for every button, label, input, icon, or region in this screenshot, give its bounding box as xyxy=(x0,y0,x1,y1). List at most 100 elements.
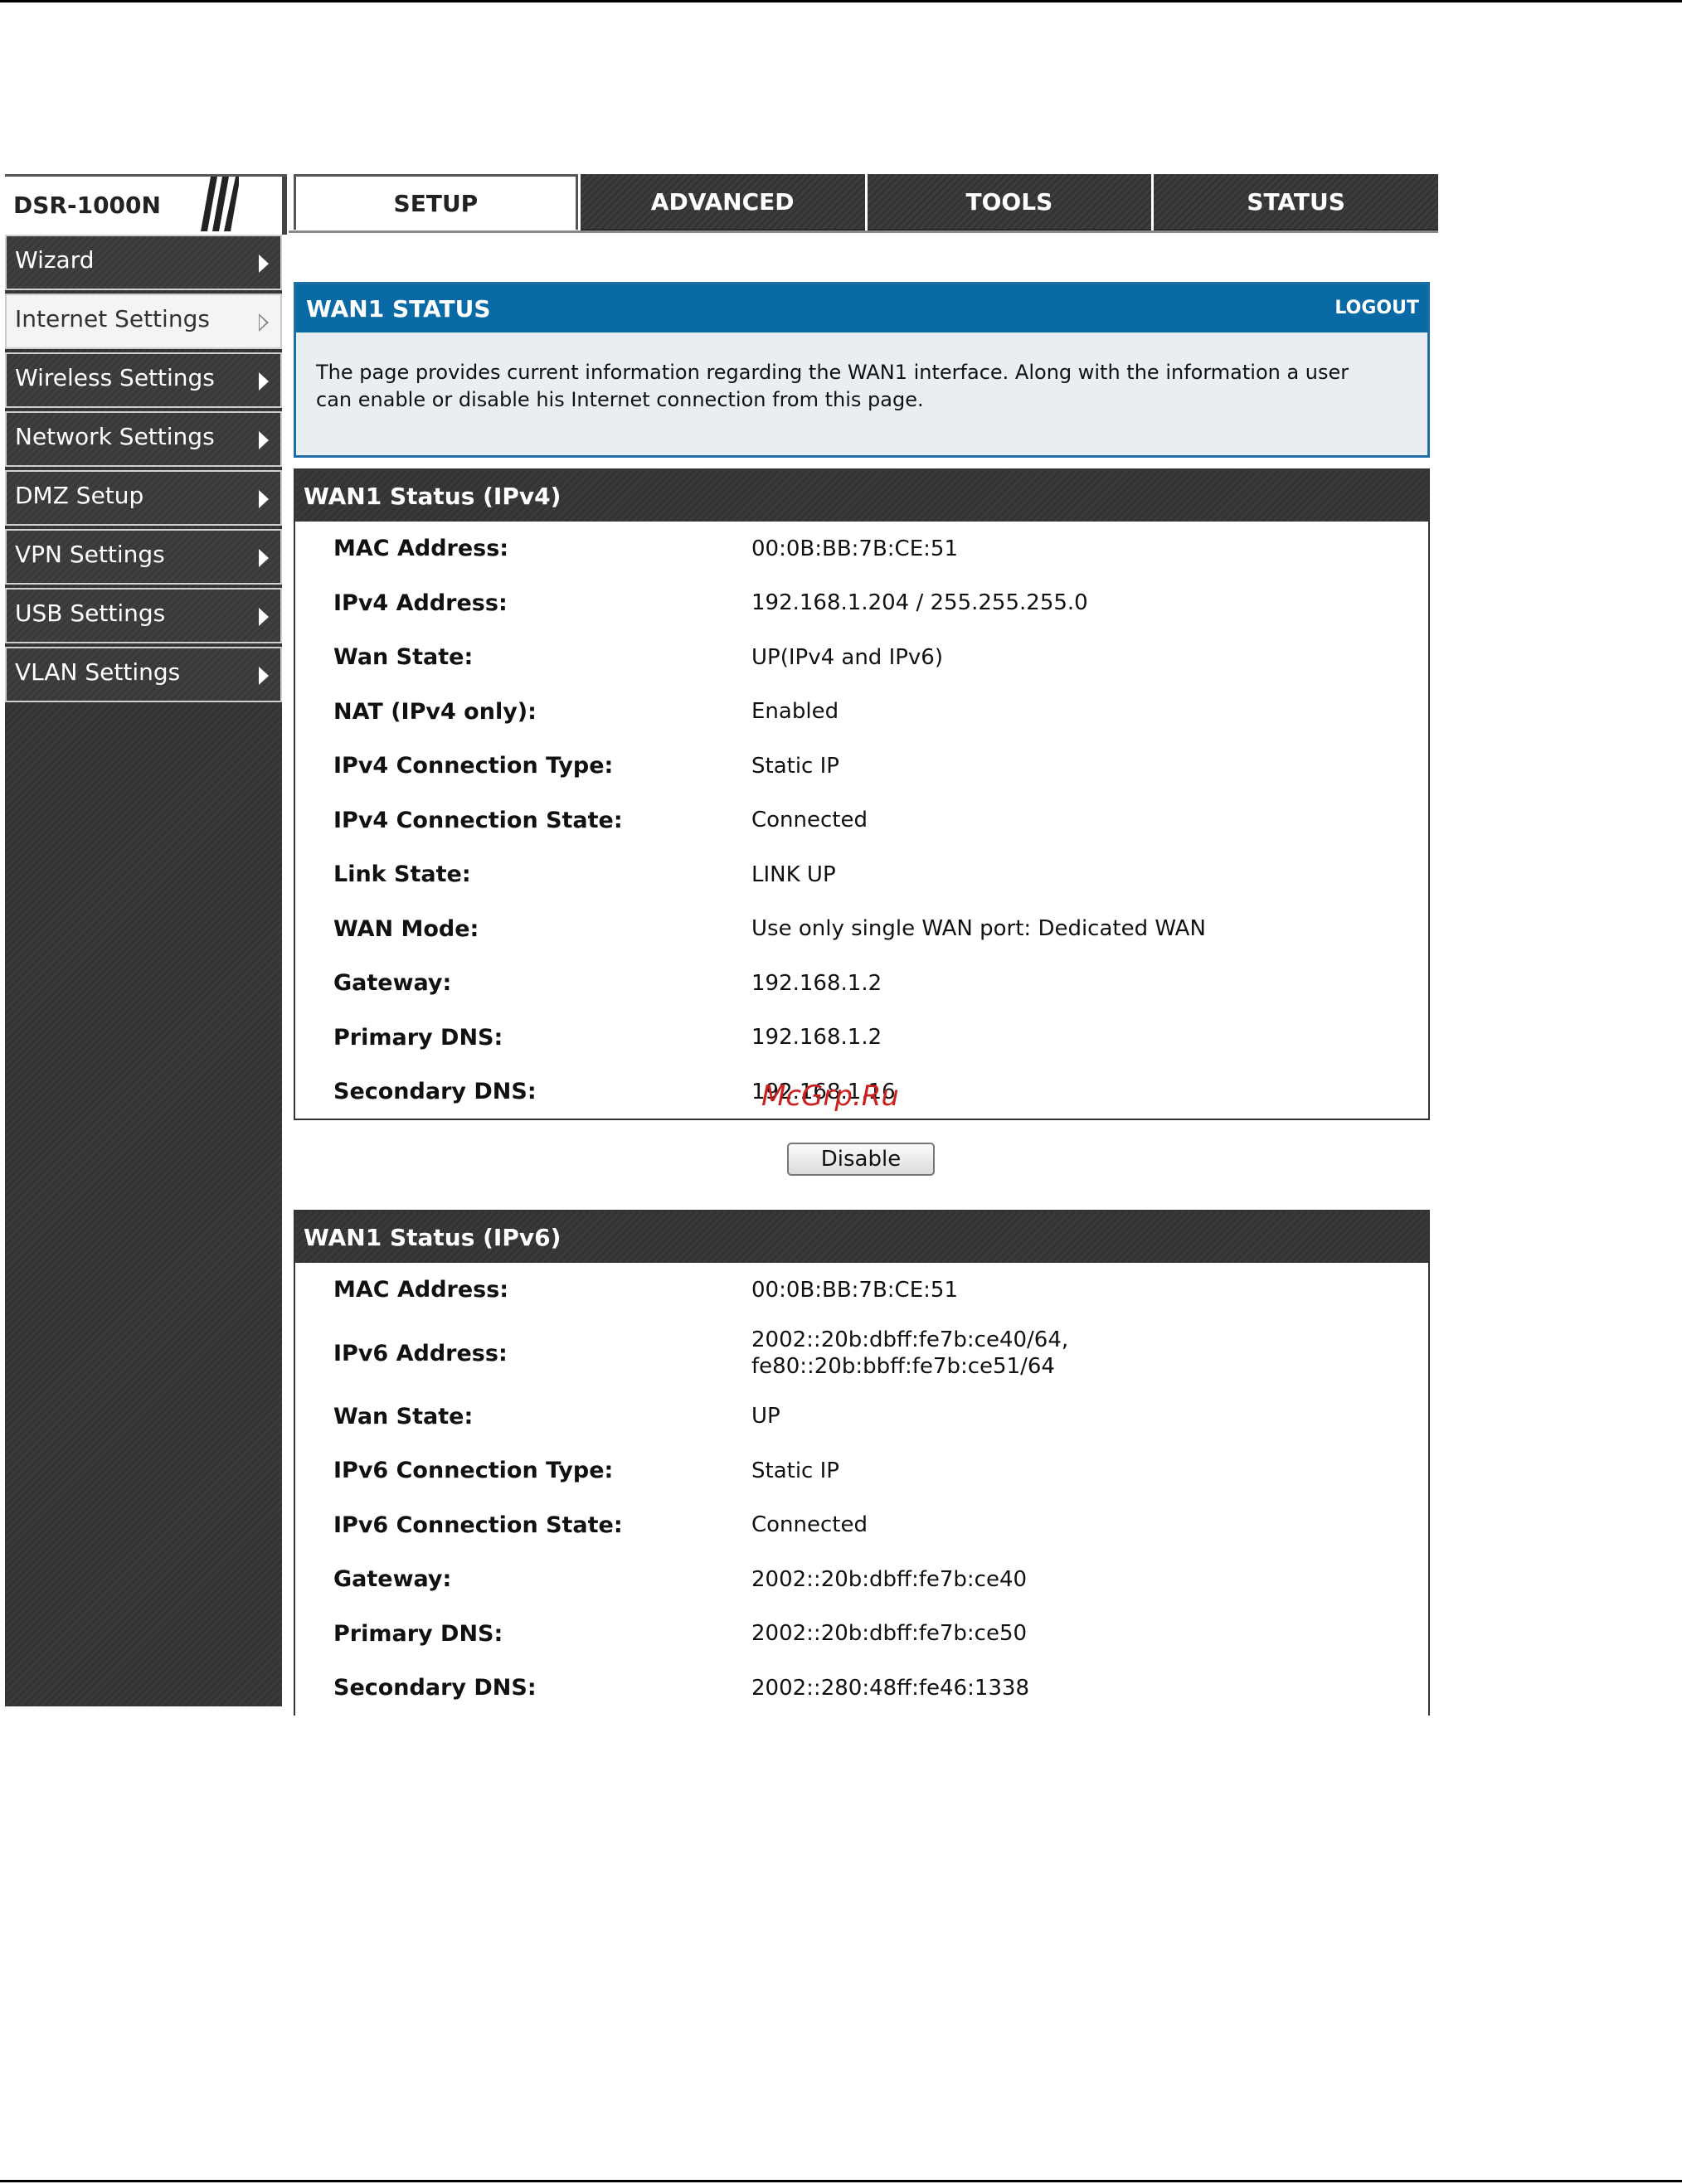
sidebar-item-label: Network Settings xyxy=(15,423,215,450)
page-title: WAN1 STATUS xyxy=(306,294,491,323)
main-tabs: SETUP ADVANCED TOOLS STATUS xyxy=(294,174,1439,232)
chevron-right-icon xyxy=(259,667,269,685)
ipv6-row-wan-state: Wan State: UP xyxy=(295,1390,1428,1444)
chevron-right-icon xyxy=(259,608,269,626)
field-label: IPv4 Connection Type: xyxy=(333,753,614,779)
field-label: Wan State: xyxy=(333,1403,474,1429)
brand-area: DSR-1000N xyxy=(5,174,287,235)
field-label: Primary DNS: xyxy=(333,1620,503,1647)
ipv4-row-gateway: Gateway: 192.168.1.2 xyxy=(295,956,1428,1011)
ipv4-row-nat: NAT (IPv4 only): Enabled xyxy=(295,685,1428,740)
description-line-2: can enable or disable his Internet conne… xyxy=(316,388,924,411)
sidebar-item-label: Wizard xyxy=(15,246,95,274)
sidebar-item-dmz-setup[interactable]: DMZ Setup xyxy=(5,470,282,526)
ipv4-row-mac-address: MAC Address: 00:0B:BB:7B:CE:51 xyxy=(295,522,1428,576)
field-value: 192.168.1.204 / 255.255.255.0 xyxy=(751,590,1088,616)
chevron-right-icon xyxy=(259,372,269,391)
ipv6-status-panel: WAN1 Status (IPv6) MAC Address: 00:0B:BB… xyxy=(294,1210,1430,1716)
sidebar-item-label: Wireless Settings xyxy=(15,364,215,391)
brand-name: DSR-1000N xyxy=(13,192,161,219)
sidebar-item-label: DMZ Setup xyxy=(15,482,144,509)
field-label: Secondary DNS: xyxy=(333,1675,537,1701)
field-value: 192.168.1.2 xyxy=(751,970,882,996)
field-label: Gateway: xyxy=(333,1566,452,1593)
field-label: IPv4 Connection State: xyxy=(333,807,623,833)
sidebar-item-vlan-settings[interactable]: VLAN Settings xyxy=(5,647,282,702)
chevron-right-icon xyxy=(259,431,269,449)
field-value: UP(IPv4 and IPv6) xyxy=(751,644,943,670)
page-top-rule xyxy=(0,0,1682,2)
brand-slashes-icon xyxy=(201,177,239,231)
sidebar-item-label: USB Settings xyxy=(15,599,166,627)
field-label: NAT (IPv4 only): xyxy=(333,698,537,725)
sidebar-item-internet-settings[interactable]: Internet Settings xyxy=(5,294,282,349)
ipv4-row-wan-state: Wan State: UP(IPv4 and IPv6) xyxy=(295,630,1428,685)
field-value: 00:0B:BB:7B:CE:51 xyxy=(751,536,958,561)
ipv6-address-link-local: fe80::20b:bbff:fe7b:ce51/64 xyxy=(751,1354,1055,1379)
ipv4-panel-title: WAN1 Status (IPv4) xyxy=(295,470,1428,522)
ipv6-row-primary-dns: Primary DNS: 2002::20b:dbff:fe7b:ce50 xyxy=(295,1607,1428,1662)
field-label: Secondary DNS: xyxy=(333,1079,537,1105)
sidebar-item-wizard[interactable]: Wizard xyxy=(5,235,282,290)
tab-setup[interactable]: SETUP xyxy=(294,174,578,230)
field-value: LINK UP xyxy=(751,861,836,887)
ipv4-row-ipv4-address: IPv4 Address: 192.168.1.204 / 255.255.25… xyxy=(295,576,1428,631)
ipv6-row-secondary-dns: Secondary DNS: 2002::280:48ff:fe46:1338 xyxy=(295,1661,1428,1716)
chevron-right-icon xyxy=(259,255,269,273)
ipv4-row-primary-dns: Primary DNS: 192.168.1.2 xyxy=(295,1011,1428,1065)
field-value: 2002::20b:dbff:fe7b:ce50 xyxy=(751,1621,1028,1647)
tab-tools[interactable]: TOOLS xyxy=(867,174,1152,232)
ipv4-row-connection-type: IPv4 Connection Type: Static IP xyxy=(295,739,1428,794)
sidebar-item-label: Internet Settings xyxy=(15,305,210,332)
field-value: 2002::20b:dbff:fe7b:ce40/64, fe80::20b:b… xyxy=(751,1327,1068,1380)
ipv4-row-connection-state: IPv4 Connection State: Connected xyxy=(295,794,1428,848)
field-label: WAN Mode: xyxy=(333,915,479,942)
field-value: Use only single WAN port: Dedicated WAN xyxy=(751,916,1206,942)
button-bar: Disable xyxy=(294,1120,1430,1210)
ipv6-panel-title: WAN1 Status (IPv6) xyxy=(295,1211,1428,1263)
sidebar-item-wireless-settings[interactable]: Wireless Settings xyxy=(5,352,282,408)
field-label: IPv6 Address: xyxy=(333,1340,508,1366)
ipv6-row-mac-address: MAC Address: 00:0B:BB:7B:CE:51 xyxy=(295,1263,1428,1318)
field-value: Enabled xyxy=(751,699,839,725)
logout-link[interactable]: LOGOUT xyxy=(1334,298,1419,318)
field-value: Connected xyxy=(751,808,868,833)
tab-underline xyxy=(289,231,1438,233)
main-content: WAN1 STATUS LOGOUT The page provides cur… xyxy=(294,282,1430,1716)
field-value: 2002::20b:dbff:fe7b:ce40 xyxy=(751,1566,1028,1592)
tab-advanced[interactable]: ADVANCED xyxy=(580,174,865,232)
sidebar-item-network-settings[interactable]: Network Settings xyxy=(5,411,282,467)
ipv6-row-ipv6-address: IPv6 Address: 2002::20b:dbff:fe7b:ce40/6… xyxy=(295,1318,1428,1390)
field-label: IPv6 Connection Type: xyxy=(333,1458,614,1484)
tab-status[interactable]: STATUS xyxy=(1154,174,1439,232)
chevron-right-outline-icon xyxy=(259,313,269,332)
brand-divider xyxy=(282,177,287,235)
ipv4-row-link-state: Link State: LINK UP xyxy=(295,847,1428,902)
ipv4-row-wan-mode: WAN Mode: Use only single WAN port: Dedi… xyxy=(295,902,1428,957)
ipv6-row-connection-state: IPv6 Connection State: Connected xyxy=(295,1498,1428,1553)
field-value: 192.168.1.2 xyxy=(751,1025,882,1051)
field-label: MAC Address: xyxy=(333,1277,509,1303)
page-description: The page provides current information re… xyxy=(296,332,1427,414)
page-bottom-rule xyxy=(0,2180,1682,2182)
field-label: Link State: xyxy=(333,861,471,888)
sidebar: Wizard Internet Settings Wireless Settin… xyxy=(5,235,282,1706)
sidebar-item-usb-settings[interactable]: USB Settings xyxy=(5,588,282,643)
ipv6-address-global: 2002::20b:dbff:fe7b:ce40/64, xyxy=(751,1327,1069,1352)
field-value: UP xyxy=(751,1404,780,1429)
sidebar-item-vpn-settings[interactable]: VPN Settings xyxy=(5,529,282,585)
ipv6-row-gateway: Gateway: 2002::20b:dbff:fe7b:ce40 xyxy=(295,1552,1428,1607)
banner-header: WAN1 STATUS LOGOUT xyxy=(296,284,1427,332)
field-label: Wan State: xyxy=(333,644,474,671)
chevron-right-icon xyxy=(259,490,269,508)
disable-button[interactable]: Disable xyxy=(787,1143,935,1176)
chevron-right-icon xyxy=(259,549,269,567)
watermark: McGrp.Ru xyxy=(761,1080,899,1113)
field-label: Primary DNS: xyxy=(333,1024,503,1051)
top-navigation-bar: DSR-1000N SETUP ADVANCED TOOLS STATUS xyxy=(5,174,1439,235)
field-label: Gateway: xyxy=(333,970,452,997)
ipv6-row-connection-type: IPv6 Connection Type: Static IP xyxy=(295,1444,1428,1498)
ipv4-status-list: MAC Address: 00:0B:BB:7B:CE:51 IPv4 Addr… xyxy=(295,522,1428,1119)
field-value: Connected xyxy=(751,1512,868,1538)
ipv4-status-panel: WAN1 Status (IPv4) MAC Address: 00:0B:BB… xyxy=(294,468,1430,1120)
